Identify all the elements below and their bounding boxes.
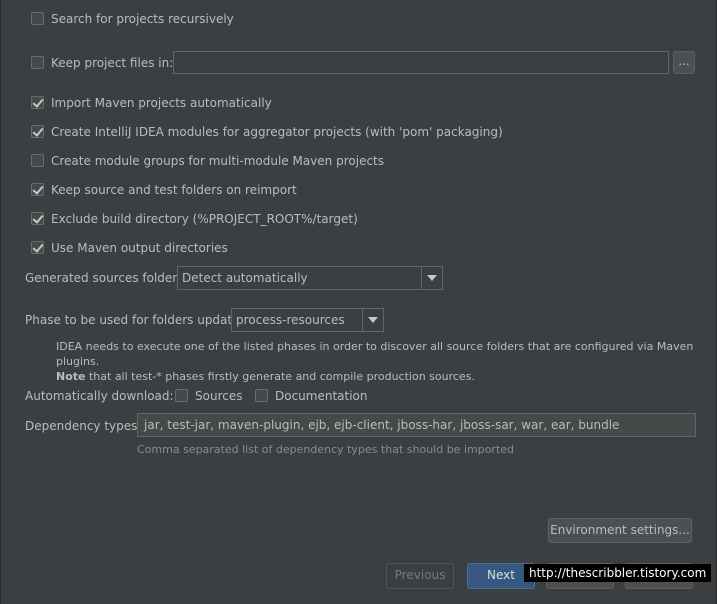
import-auto-label: Import Maven projects automatically — [51, 96, 272, 110]
phase-combo[interactable]: process-resources — [231, 308, 384, 332]
generated-sources-value: Detect automatically — [182, 271, 308, 285]
phase-help-line1: IDEA needs to execute one of the listed … — [56, 340, 694, 368]
generated-sources-combo[interactable]: Detect automatically — [177, 266, 443, 290]
download-documentation-label: Documentation — [275, 389, 368, 403]
module-groups-label: Create module groups for multi-module Ma… — [51, 154, 384, 168]
create-modules-label: Create IntelliJ IDEA modules for aggrega… — [51, 125, 503, 139]
exclude-build-label: Exclude build directory (%PROJECT_ROOT%/… — [51, 212, 358, 226]
browse-button[interactable]: ... — [673, 51, 695, 74]
dependency-types-hint: Comma separated list of dependency types… — [137, 443, 515, 456]
phase-help-text: IDEA needs to execute one of the listed … — [56, 339, 706, 384]
chevron-down-icon[interactable] — [362, 309, 383, 331]
keep-project-files-label: Keep project files in: — [51, 56, 174, 70]
download-sources-checkbox[interactable] — [175, 389, 188, 402]
phase-value: process-resources — [236, 313, 345, 327]
phase-label: Phase to be used for folders update: — [25, 313, 244, 327]
keep-source-folders-label: Keep source and test folders on reimport — [51, 183, 297, 197]
generated-sources-label: Generated sources folders: — [25, 271, 188, 285]
previous-button[interactable]: Previous — [386, 563, 454, 589]
dependency-types-input[interactable]: jar, test-jar, maven-plugin, ejb, ejb-cl… — [137, 413, 696, 437]
use-output-dirs-checkbox[interactable] — [31, 241, 44, 254]
exclude-build-checkbox[interactable] — [31, 212, 44, 225]
phase-help-note: Note — [56, 370, 86, 383]
maven-import-settings-panel: Search for projects recursively Keep pro… — [0, 0, 717, 604]
environment-settings-button[interactable]: Environment settings... — [548, 518, 692, 543]
create-modules-checkbox[interactable] — [31, 125, 44, 138]
search-recursively-label: Search for projects recursively — [51, 12, 234, 26]
module-groups-checkbox[interactable] — [31, 154, 44, 167]
download-label: Automatically download: — [25, 389, 174, 403]
chevron-down-icon[interactable] — [421, 267, 442, 289]
use-output-dirs-label: Use Maven output directories — [51, 241, 228, 255]
keep-project-files-checkbox[interactable] — [31, 56, 44, 69]
phase-help-line2: that all test-* phases firstly generate … — [85, 370, 475, 383]
keep-source-folders-checkbox[interactable] — [31, 183, 44, 196]
project-files-path-field[interactable] — [173, 51, 669, 74]
import-auto-checkbox[interactable] — [31, 96, 44, 109]
dependency-types-label: Dependency types: — [25, 419, 142, 433]
download-documentation-checkbox[interactable] — [255, 389, 268, 402]
phase-help-line2-wrap: Note that all test-* phases firstly gene… — [56, 369, 706, 384]
watermark-url: http://thescribbler.tistory.com — [524, 564, 712, 582]
search-recursively-checkbox[interactable] — [31, 12, 44, 25]
download-sources-label: Sources — [195, 389, 243, 403]
